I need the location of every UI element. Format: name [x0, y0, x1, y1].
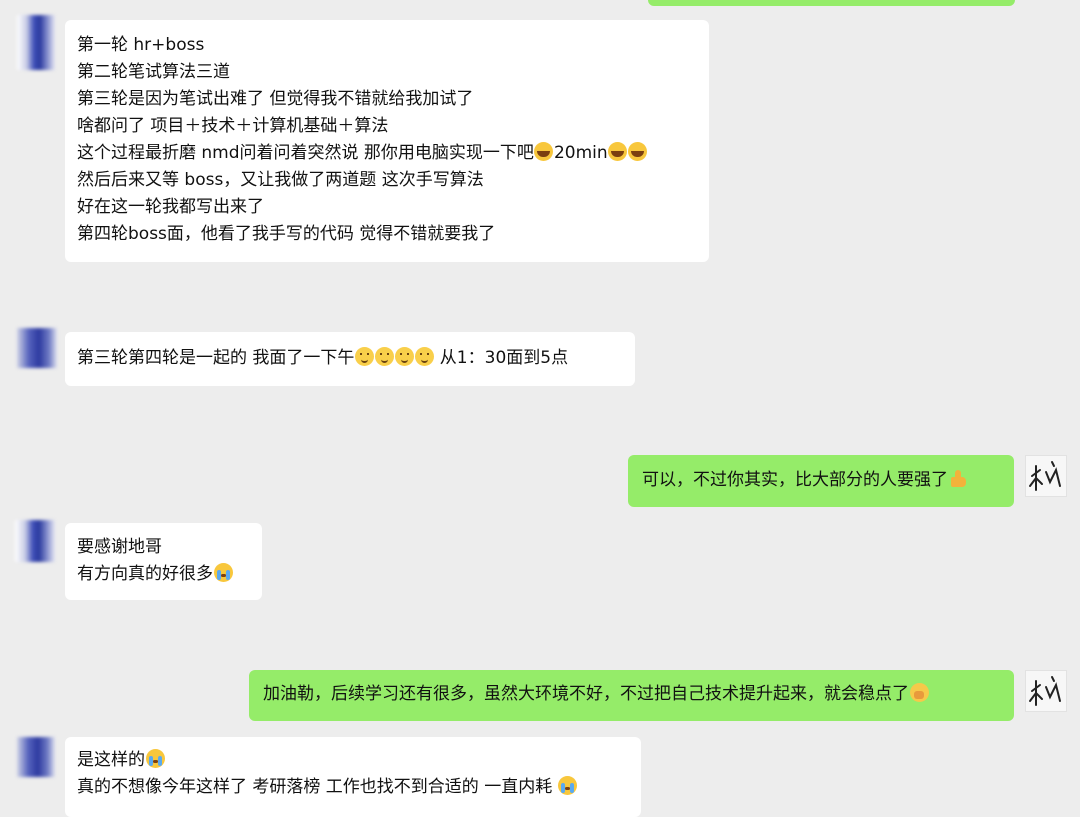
- message-text: 从1：30面到5点: [434, 348, 569, 368]
- laugh-emoji-icon: [628, 142, 648, 161]
- message-text: 加油勒，后续学习还有很多，虽然大环境不好，不过把自己技术提升起来，就会稳点了: [263, 684, 909, 704]
- message-line: 第四轮boss面，他看了我手写的代码 觉得不错就要我了: [77, 224, 496, 244]
- message-line: 第一轮 hr+boss: [77, 35, 205, 55]
- contact-avatar[interactable]: [15, 520, 55, 562]
- message-line: 真的不想像今年这样了 考研落榜 工作也找不到合适的 一直内耗: [77, 774, 629, 801]
- message-bubble-incoming[interactable]: 是这样的 真的不想像今年这样了 考研落榜 工作也找不到合适的 一直内耗: [65, 737, 641, 817]
- message-bubble-outgoing[interactable]: 加油勒，后续学习还有很多，虽然大环境不好，不过把自己技术提升起来，就会稳点了: [249, 670, 1014, 721]
- thumbs-up-emoji-icon: [949, 469, 968, 488]
- message-text: 这个过程最折磨 nmd问着问着突然说 那你用电脑实现一下吧: [77, 143, 534, 163]
- message-bubble-outgoing[interactable]: 可以，不过你其实，比大部分的人要强了: [628, 455, 1014, 507]
- message-bubble-outgoing-partial[interactable]: [648, 0, 1015, 6]
- smile-emoji-icon: [414, 347, 434, 366]
- message-text: 可以，不过你其实，比大部分的人要强了: [642, 470, 948, 490]
- message-line: 是这样的: [77, 747, 629, 774]
- message-text: 20min: [553, 143, 608, 163]
- chat-area: 第一轮 hr+boss 第二轮笔试算法三道 第三轮是因为笔试出难了 但觉得我不错…: [0, 0, 1080, 817]
- message-line: 加油勒，后续学习还有很多，虽然大环境不好，不过把自己技术提升起来，就会稳点了: [263, 681, 1000, 708]
- message-line: 第三轮是因为笔试出难了 但觉得我不错就给我加试了: [77, 89, 474, 109]
- signature-avatar-icon: [1029, 676, 1061, 706]
- message-line: 这个过程最折磨 nmd问着问着突然说 那你用电脑实现一下吧 20min: [77, 140, 697, 167]
- smile-emoji-icon: [374, 347, 394, 366]
- message-line: 第三轮第四轮是一起的 我面了一下午 从1：30面到5点: [77, 345, 623, 372]
- user-avatar[interactable]: [1025, 455, 1067, 497]
- message-line: 有方向真的好很多: [77, 561, 250, 588]
- message-line: 第二轮笔试算法三道: [77, 62, 230, 82]
- message-text: 是这样的: [77, 750, 145, 770]
- strong-emoji-icon: [909, 683, 929, 702]
- message-line: 啥都问了 项目＋技术＋计算机基础＋算法: [77, 116, 389, 136]
- contact-avatar[interactable]: [17, 15, 55, 70]
- smile-emoji-icon: [394, 347, 414, 366]
- user-avatar[interactable]: [1025, 670, 1067, 712]
- laugh-emoji-icon: [534, 142, 554, 161]
- message-bubble-incoming[interactable]: 第三轮第四轮是一起的 我面了一下午 从1：30面到5点: [65, 332, 635, 386]
- smile-emoji-icon: [354, 347, 374, 366]
- contact-avatar[interactable]: [17, 328, 57, 368]
- signature-avatar-icon: [1029, 461, 1061, 491]
- message-bubble-incoming[interactable]: 要感谢地哥 有方向真的好很多: [65, 523, 262, 600]
- message-line: 好在这一轮我都写出来了: [77, 197, 264, 217]
- message-line: 可以，不过你其实，比大部分的人要强了: [642, 467, 1000, 494]
- crying-emoji-icon: [145, 749, 165, 768]
- contact-avatar[interactable]: [17, 737, 55, 777]
- message-line: 然后后来又等 boss，又让我做了两道题 这次手写算法: [77, 170, 484, 190]
- laugh-emoji-icon: [608, 142, 628, 161]
- crying-emoji-icon: [558, 776, 578, 795]
- message-text: 真的不想像今年这样了 考研落榜 工作也找不到合适的 一直内耗: [77, 777, 558, 797]
- message-text: 第三轮第四轮是一起的 我面了一下午: [77, 348, 355, 368]
- message-bubble-incoming[interactable]: 第一轮 hr+boss 第二轮笔试算法三道 第三轮是因为笔试出难了 但觉得我不错…: [65, 20, 709, 262]
- crying-emoji-icon: [213, 563, 233, 582]
- message-text: 有方向真的好很多: [77, 564, 213, 584]
- message-line: 要感谢地哥: [77, 537, 162, 557]
